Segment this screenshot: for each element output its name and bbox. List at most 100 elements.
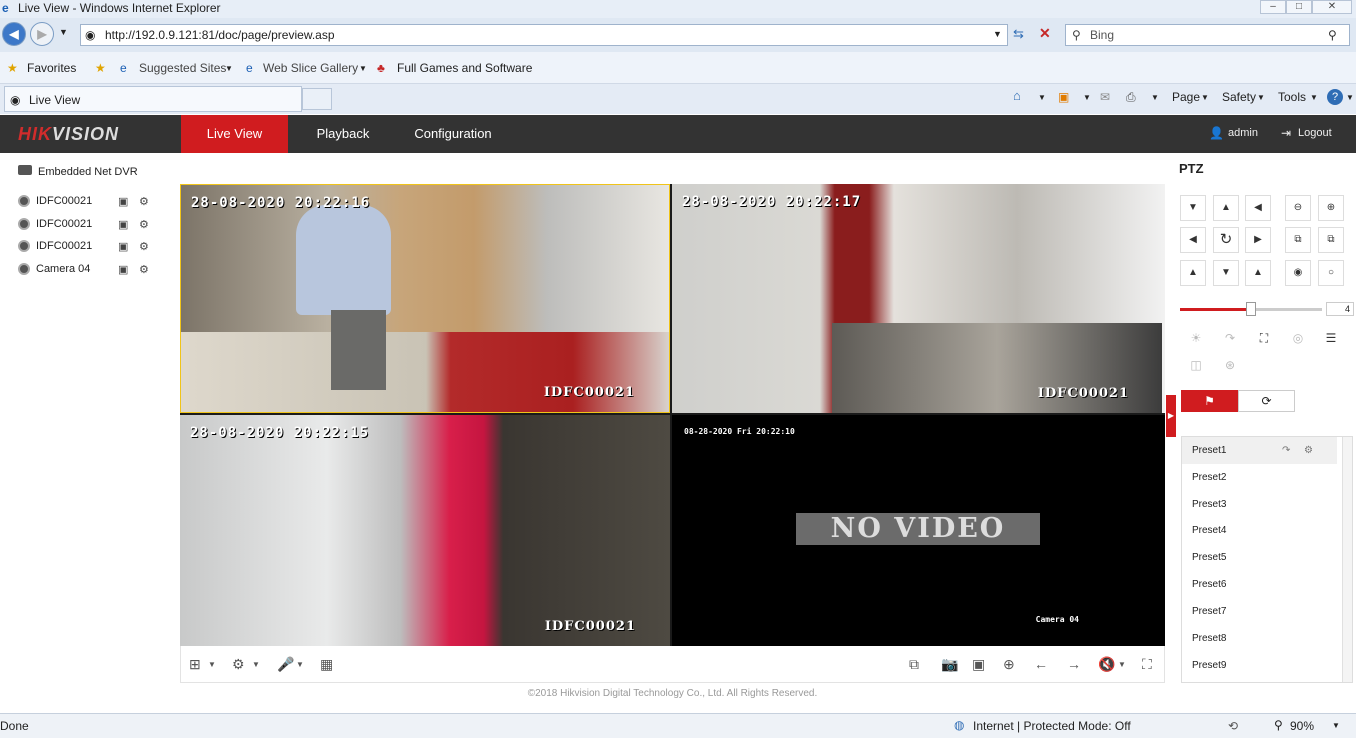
- search-go-icon[interactable]: ⚲: [1328, 28, 1337, 42]
- lens-init-icon[interactable]: ◎: [1284, 325, 1312, 351]
- menu-icon[interactable]: ☰: [1317, 325, 1345, 351]
- auto-pan-icon[interactable]: ↻: [1213, 227, 1239, 253]
- web-slice-gallery-link[interactable]: Web Slice Gallery: [263, 61, 358, 75]
- close-window-button[interactable]: ✕: [1312, 0, 1352, 14]
- chevron-down-icon[interactable]: ▼: [296, 660, 304, 669]
- minimize-button[interactable]: –: [1260, 0, 1286, 14]
- stream-select-icon[interactable]: ⚙: [139, 240, 149, 253]
- chevron-down-icon[interactable]: ▼: [1083, 93, 1091, 102]
- help-icon[interactable]: ?: [1327, 89, 1343, 105]
- chevron-down-icon[interactable]: ▼: [359, 64, 367, 73]
- full-games-link[interactable]: Full Games and Software: [397, 61, 532, 75]
- zoom-out-icon[interactable]: ⊖: [1285, 195, 1311, 221]
- list-item[interactable]: Preset5: [1182, 544, 1337, 571]
- list-item[interactable]: Preset7: [1182, 598, 1337, 625]
- new-tab-button[interactable]: [302, 88, 332, 110]
- chevron-down-icon[interactable]: ▼: [1310, 93, 1318, 102]
- iris-open-icon[interactable]: ◉: [1285, 260, 1311, 286]
- previous-page-icon[interactable]: ←: [1034, 656, 1048, 672]
- list-item[interactable]: Preset4: [1182, 517, 1337, 544]
- preset-scrollbar[interactable]: [1342, 437, 1352, 682]
- page-menu[interactable]: Page: [1172, 90, 1200, 104]
- light-icon[interactable]: ☀: [1182, 325, 1210, 351]
- add-favorite-icon[interactable]: ★: [95, 61, 106, 75]
- fullscreen-icon[interactable]: ⛶: [1142, 656, 1152, 673]
- stream-type-icon[interactable]: ⚙: [232, 656, 245, 673]
- chevron-down-icon[interactable]: ▼: [208, 660, 216, 669]
- pan-left-button[interactable]: ◀: [1180, 227, 1206, 253]
- video-tile-2[interactable]: 28-08-2020 20:22:17 IDFC00021: [672, 184, 1165, 413]
- focus-near-icon[interactable]: ⧉: [1285, 227, 1311, 253]
- stream-select-icon[interactable]: ⚙: [139, 263, 149, 276]
- camera-item[interactable]: IDFC00021 ▣ ⚙: [18, 238, 168, 260]
- safety-menu[interactable]: Safety: [1222, 90, 1256, 104]
- manual-tracking-icon[interactable]: ◫: [1182, 352, 1210, 378]
- video-tile-4[interactable]: 08-28-2020 Fri 20:22:10 NO VIDEO Camera …: [672, 415, 1165, 646]
- nav-live-view[interactable]: Live View: [181, 115, 288, 153]
- address-input[interactable]: ◉ http://192.0.9.121:81/doc/page/preview…: [80, 24, 1008, 46]
- focus-far-icon[interactable]: ⧉: [1318, 227, 1344, 253]
- pan-down-right-button[interactable]: ▲: [1245, 260, 1271, 286]
- window-layout-icon[interactable]: ⊞: [189, 656, 201, 673]
- call-preset-icon[interactable]: ↷: [1282, 437, 1290, 464]
- pan-down-left-button[interactable]: ▲: [1180, 260, 1206, 286]
- camera-item[interactable]: IDFC00021 ▣ ⚙: [18, 216, 168, 238]
- camera-item[interactable]: Camera 04 ▣ ⚙: [18, 261, 168, 283]
- chevron-down-icon[interactable]: ▼: [1201, 93, 1209, 102]
- zoom-in-icon[interactable]: ⊕: [1318, 195, 1344, 221]
- video-tile-1[interactable]: 28-08-2020 20:22:16 IDFC00021: [180, 184, 670, 413]
- logout-icon[interactable]: ⇥: [1281, 126, 1291, 140]
- history-dropdown-icon[interactable]: ▼: [59, 27, 68, 37]
- iris-close-icon[interactable]: ○: [1318, 260, 1344, 286]
- refresh-icon[interactable]: ⇆: [1013, 26, 1024, 42]
- tab-patrol[interactable]: ⟳: [1238, 390, 1295, 412]
- maximize-button[interactable]: □: [1286, 0, 1312, 14]
- record-icon[interactable]: ▣: [118, 263, 128, 276]
- record-icon[interactable]: ▣: [118, 195, 128, 208]
- pan-down-button[interactable]: ▼: [1213, 260, 1239, 286]
- chevron-down-icon[interactable]: ▼: [1257, 93, 1265, 102]
- search-box[interactable]: ⚲ Bing ⚲: [1065, 24, 1350, 46]
- record-icon[interactable]: ▣: [118, 240, 128, 253]
- url-dropdown-icon[interactable]: ▼: [993, 29, 1002, 39]
- home-icon[interactable]: ⌂: [1013, 88, 1021, 103]
- ptz-speed-slider[interactable]: [1180, 302, 1322, 316]
- camera-item[interactable]: IDFC00021 ▣ ⚙: [18, 193, 168, 215]
- suggested-sites-link[interactable]: Suggested Sites: [139, 61, 226, 75]
- digital-zoom-icon[interactable]: ⊕: [1003, 656, 1015, 673]
- pan-right-button[interactable]: ▶: [1245, 227, 1271, 253]
- camera-channel-icon[interactable]: ▦: [320, 656, 333, 673]
- feeds-icon[interactable]: ▣: [1058, 90, 1069, 104]
- list-item[interactable]: Preset3: [1182, 491, 1337, 518]
- gear-icon[interactable]: ⚙: [1304, 437, 1313, 464]
- list-item[interactable]: Preset1 ↷ ⚙: [1182, 437, 1337, 464]
- pan-up-right-button[interactable]: ◀: [1245, 195, 1271, 221]
- volume-icon[interactable]: 🔇: [1098, 656, 1115, 673]
- record-icon[interactable]: ▣: [118, 218, 128, 231]
- zoom-level[interactable]: 90%: [1290, 719, 1314, 733]
- nav-playback[interactable]: Playback: [300, 115, 386, 153]
- slider-handle[interactable]: [1246, 302, 1256, 316]
- 3d-zoom-icon[interactable]: ⊛: [1216, 352, 1244, 378]
- list-item[interactable]: Preset8: [1182, 625, 1337, 652]
- list-item[interactable]: Preset2: [1182, 464, 1337, 491]
- pan-up-left-button[interactable]: ▼: [1180, 195, 1206, 221]
- next-page-icon[interactable]: →: [1067, 656, 1081, 672]
- list-item[interactable]: Preset6: [1182, 571, 1337, 598]
- capture-icon[interactable]: 📷: [941, 656, 958, 673]
- mail-icon[interactable]: ✉: [1100, 90, 1110, 104]
- stop-all-preview-icon[interactable]: ⧉: [909, 656, 919, 673]
- logout-link[interactable]: Logout: [1298, 127, 1332, 139]
- forward-button[interactable]: ▶: [30, 22, 54, 46]
- favorites-button[interactable]: Favorites: [27, 61, 76, 75]
- security-zone[interactable]: Internet | Protected Mode: Off: [973, 719, 1131, 733]
- back-button[interactable]: ◀: [2, 22, 26, 46]
- chevron-down-icon[interactable]: ▼: [225, 64, 233, 73]
- video-tile-3[interactable]: 28-08-2020 20:22:15 IDFC00021: [180, 415, 670, 646]
- pan-up-button[interactable]: ▲: [1213, 195, 1239, 221]
- protected-mode-icon[interactable]: ⟲: [1228, 719, 1238, 733]
- record-all-icon[interactable]: ▣: [972, 656, 985, 673]
- tab-presets[interactable]: ⚑: [1181, 390, 1238, 412]
- chevron-down-icon[interactable]: ▼: [252, 660, 260, 669]
- chevron-down-icon[interactable]: ▼: [1151, 93, 1159, 102]
